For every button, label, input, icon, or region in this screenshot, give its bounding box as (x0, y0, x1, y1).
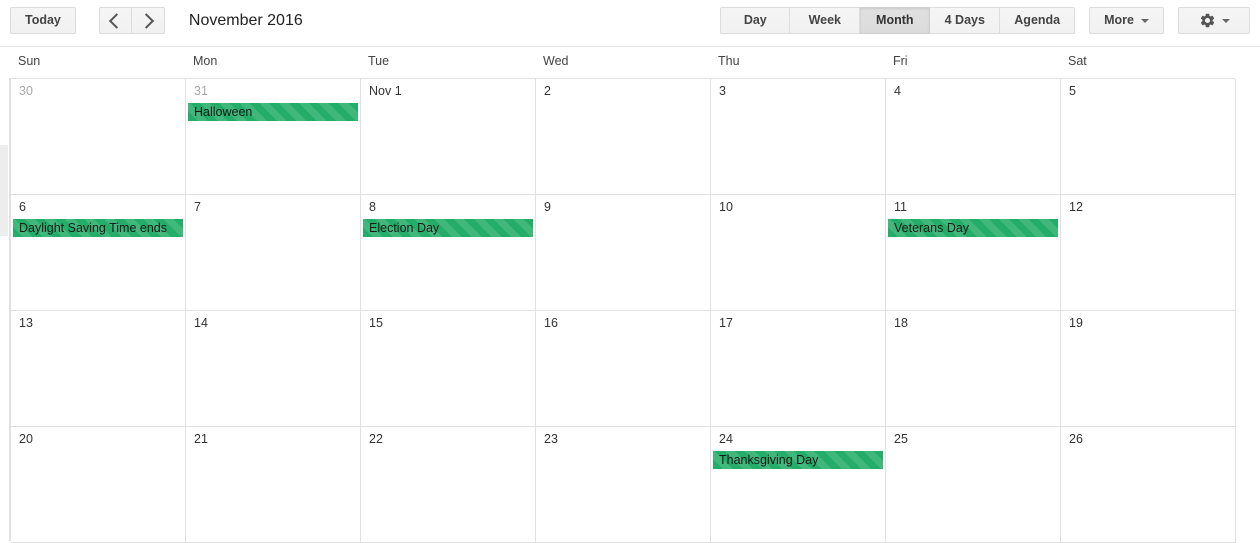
calendar-event[interactable]: Halloween (188, 103, 358, 121)
week-row: 30 31 Halloween Nov 1 2 3 4 5 (11, 79, 1236, 195)
settings-chevron-down-icon (1221, 18, 1230, 23)
calendar-event[interactable]: Daylight Saving Time ends (13, 219, 183, 237)
toolbar-right-group: Day Week Month 4 Days Agenda More (720, 7, 1250, 34)
view-switcher: Day Week Month 4 Days Agenda (720, 7, 1076, 34)
day-number[interactable]: 5 (1069, 84, 1076, 98)
day-number[interactable]: 14 (194, 316, 208, 330)
day-cell[interactable]: 6 Daylight Saving Time ends (11, 195, 186, 311)
day-number[interactable]: 26 (1069, 432, 1083, 446)
day-number[interactable]: 24 (719, 432, 733, 446)
day-name-mon: Mon (193, 54, 218, 68)
day-number[interactable]: 12 (1069, 200, 1083, 214)
today-button[interactable]: Today (10, 7, 76, 34)
day-cell[interactable]: 11 Veterans Day (886, 195, 1061, 311)
period-nav-group (98, 7, 165, 34)
day-number[interactable]: 10 (719, 200, 733, 214)
next-period-button[interactable] (131, 7, 165, 34)
day-name-fri: Fri (893, 54, 908, 68)
day-number[interactable]: 21 (194, 432, 208, 446)
view-button-month[interactable]: Month (860, 7, 931, 34)
day-number[interactable]: 23 (544, 432, 558, 446)
toolbar-left-group: Today November 2016 (10, 7, 303, 34)
day-cell[interactable]: 30 (11, 79, 186, 195)
day-name-wed: Wed (543, 54, 569, 68)
day-name-tue: Tue (368, 54, 390, 68)
day-cell[interactable]: Nov 1 (361, 79, 536, 195)
day-cell[interactable]: 5 (1061, 79, 1236, 195)
day-cell[interactable]: 31 Halloween (186, 79, 361, 195)
day-cell[interactable]: 16 (536, 311, 711, 427)
day-number[interactable]: 6 (19, 200, 26, 214)
day-number[interactable]: 8 (369, 200, 376, 214)
day-number[interactable]: 22 (369, 432, 383, 446)
month-grid: 30 31 Halloween Nov 1 2 3 4 5 6 Daylight Saving T… (10, 78, 1236, 543)
chevron-down-icon (1141, 18, 1149, 23)
day-cell[interactable]: 22 (361, 427, 536, 543)
day-number[interactable]: 7 (194, 200, 201, 214)
mini-scrollbar-thumb[interactable] (0, 145, 8, 236)
view-button-agenda[interactable]: Agenda (1000, 7, 1076, 34)
week-row: 20 21 22 23 24 Thanksgiving Day 25 26 (11, 427, 1236, 543)
more-button[interactable]: More (1089, 7, 1164, 34)
day-cell[interactable]: 14 (186, 311, 361, 427)
day-name-sun: Sun (18, 54, 41, 68)
day-cell[interactable]: 25 (886, 427, 1061, 543)
more-button-label: More (1104, 13, 1134, 27)
day-number[interactable]: 11 (894, 200, 907, 214)
day-number[interactable]: 3 (719, 84, 726, 98)
day-name-thu: Thu (718, 54, 740, 68)
day-number[interactable]: 17 (719, 316, 733, 330)
day-cell[interactable]: 17 (711, 311, 886, 427)
settings-button[interactable] (1178, 7, 1250, 34)
day-cell[interactable]: 4 (886, 79, 1061, 195)
day-cell[interactable]: 3 (711, 79, 886, 195)
chevron-right-icon (138, 12, 155, 29)
day-cell[interactable]: 20 (11, 427, 186, 543)
day-number[interactable]: 2 (544, 84, 551, 98)
calendar-event[interactable]: Veterans Day (888, 219, 1058, 237)
day-number[interactable]: 30 (19, 84, 33, 98)
week-row: 6 Daylight Saving Time ends 7 8 Election Day… (11, 195, 1236, 311)
gear-icon (1200, 13, 1214, 28)
view-button-4-days[interactable]: 4 Days (930, 7, 1001, 34)
day-number[interactable]: 18 (894, 316, 908, 330)
day-number[interactable]: 9 (544, 200, 551, 214)
day-name-sat: Sat (1068, 54, 1087, 68)
day-cell[interactable]: 12 (1061, 195, 1236, 311)
day-cell[interactable]: 10 (711, 195, 886, 311)
day-cell[interactable]: 24 Thanksgiving Day (711, 427, 886, 543)
day-cell[interactable]: 7 (186, 195, 361, 311)
day-cell[interactable]: 19 (1061, 311, 1236, 427)
day-number[interactable]: 31 (194, 84, 208, 98)
day-cell[interactable]: 21 (186, 427, 361, 543)
view-button-day[interactable]: Day (720, 7, 791, 34)
day-cell[interactable]: 18 (886, 311, 1061, 427)
calendar-event[interactable]: Election Day (363, 219, 533, 237)
day-number[interactable]: 20 (19, 432, 33, 446)
week-row: 13 14 15 16 17 18 19 (11, 311, 1236, 427)
previous-period-button[interactable] (98, 7, 132, 34)
day-cell[interactable]: 8 Election Day (361, 195, 536, 311)
day-number[interactable]: 19 (1069, 316, 1083, 330)
calendar-event[interactable]: Thanksgiving Day (713, 451, 883, 469)
day-number[interactable]: 4 (894, 84, 901, 98)
day-number[interactable]: 16 (544, 316, 558, 330)
top-toolbar: Today November 2016 Day Week Month 4 Days Ag… (0, 0, 1260, 47)
chevron-left-icon (109, 12, 125, 29)
view-button-week[interactable]: Week (790, 7, 861, 34)
day-number[interactable]: 13 (19, 316, 33, 330)
day-number[interactable]: 25 (894, 432, 908, 446)
day-cell[interactable]: 13 (11, 311, 186, 427)
day-number[interactable]: 15 (369, 316, 383, 330)
day-cell[interactable]: 9 (536, 195, 711, 311)
day-cell[interactable]: 2 (536, 79, 711, 195)
day-cell[interactable]: 26 (1061, 427, 1236, 543)
day-cell[interactable]: 15 (361, 311, 536, 427)
day-cell[interactable]: 23 (536, 427, 711, 543)
day-number[interactable]: Nov 1 (369, 84, 402, 98)
day-name-header-row: Sun Mon Tue Wed Thu Fri Sat (0, 47, 1260, 77)
page-title: November 2016 (188, 12, 303, 29)
